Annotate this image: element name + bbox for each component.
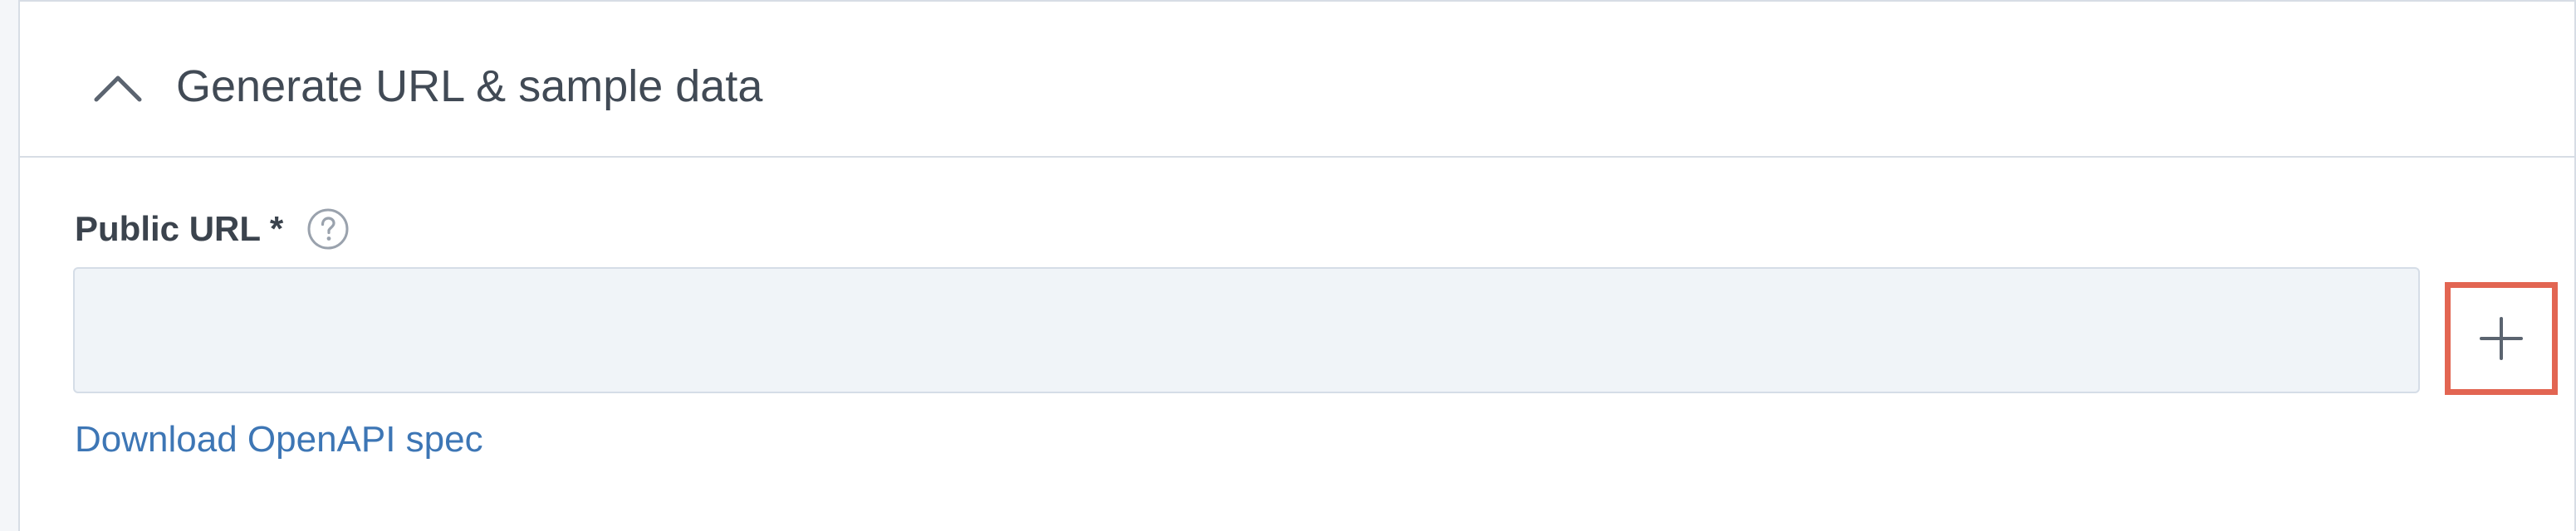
public-url-input[interactable]: [73, 267, 2420, 393]
panel-title: Generate URL & sample data: [176, 61, 763, 111]
plus-icon: [2480, 317, 2523, 360]
help-circle-icon[interactable]: [306, 207, 350, 251]
public-url-label: Public URL *: [75, 209, 284, 248]
add-url-button[interactable]: [2445, 282, 2558, 395]
chevron-up-icon[interactable]: [93, 71, 143, 105]
public-url-label-row: Public URL *: [75, 206, 350, 252]
panel-header[interactable]: Generate URL & sample data: [20, 2, 2574, 158]
generate-url-panel: Generate URL & sample data Public URL * …: [18, 0, 2576, 531]
download-openapi-spec-link[interactable]: Download OpenAPI spec: [75, 413, 483, 466]
